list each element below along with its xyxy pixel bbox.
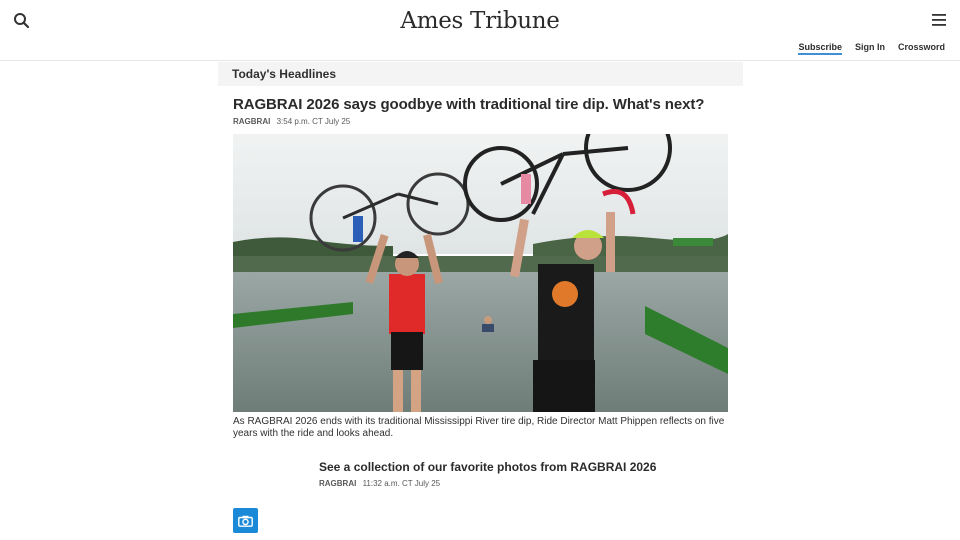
- main-story-time: 3:54 p.m. CT July 25: [276, 117, 351, 126]
- second-story-byline: RAGBRAI 11:32 a.m. CT July 25: [319, 479, 440, 488]
- second-story-headline[interactable]: See a collection of our favorite photos …: [319, 460, 729, 474]
- main-story-source[interactable]: RAGBRAI: [233, 117, 270, 126]
- site-header: Ames Tribune Subscribe Sign In Crossword: [0, 0, 960, 61]
- section-header: Today's Headlines: [218, 62, 743, 86]
- site-logo[interactable]: Ames Tribune: [0, 8, 960, 34]
- second-story-source[interactable]: RAGBRAI: [319, 479, 356, 488]
- camera-icon[interactable]: [233, 508, 258, 533]
- main-story-headline[interactable]: RAGBRAI 2026 says goodbye with tradition…: [233, 96, 733, 113]
- second-story-time: 11:32 a.m. CT July 25: [362, 479, 441, 488]
- main-story-photo[interactable]: [233, 134, 728, 412]
- main-story-caption: As RAGBRAI 2026 ends with its traditiona…: [233, 416, 725, 439]
- sign-in-link[interactable]: Sign In: [855, 42, 885, 55]
- crossword-link[interactable]: Crossword: [898, 42, 945, 55]
- section-title: Today's Headlines: [232, 67, 336, 81]
- main-story-byline: RAGBRAI 3:54 p.m. CT July 25: [233, 117, 350, 126]
- account-links: Subscribe Sign In Crossword: [798, 42, 945, 55]
- subscribe-link[interactable]: Subscribe: [798, 42, 842, 55]
- hamburger-menu-icon[interactable]: [931, 12, 947, 28]
